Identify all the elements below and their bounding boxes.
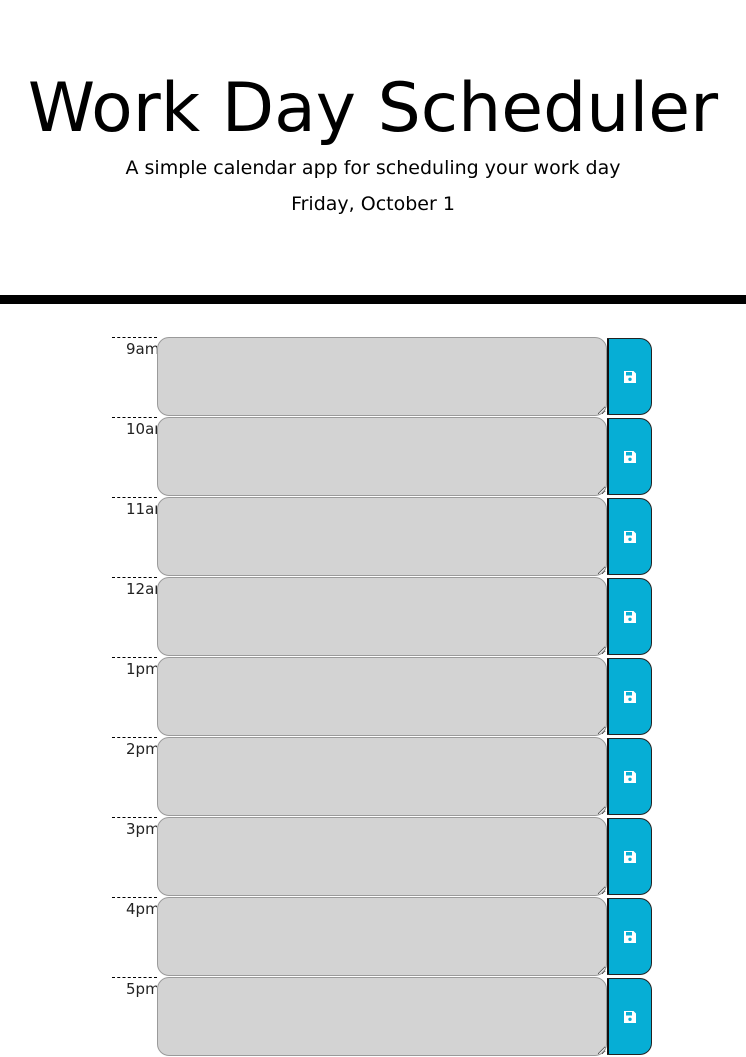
time-block-row: 1pm [0, 657, 746, 737]
description-input[interactable] [157, 497, 607, 576]
save-button[interactable] [607, 658, 652, 735]
save-button[interactable] [607, 418, 652, 495]
save-button[interactable] [607, 338, 652, 415]
save-button[interactable] [607, 738, 652, 815]
hour-label: 2pm [112, 737, 157, 817]
save-icon [624, 370, 636, 383]
description-input[interactable] [157, 657, 607, 736]
hour-text: 1pm [126, 660, 157, 678]
hour-text: 2pm [126, 740, 157, 758]
hour-text: 12am [126, 580, 157, 598]
description-input[interactable] [157, 817, 607, 896]
current-day: Friday, October 1 [291, 193, 455, 215]
description-input[interactable] [157, 897, 607, 976]
time-block-row: 5pm [0, 977, 746, 1057]
hour-text: 5pm [126, 980, 157, 998]
time-block-row: 12am [0, 577, 746, 657]
description-input[interactable] [157, 577, 607, 656]
hour-text: 10am [126, 420, 157, 438]
time-block-row: 2pm [0, 737, 746, 817]
time-block-row: 4pm [0, 897, 746, 977]
description-input[interactable] [157, 977, 607, 1056]
hour-text: 11am [126, 500, 157, 518]
hour-label: 3pm [112, 817, 157, 897]
hour-text: 3pm [126, 820, 157, 838]
save-button[interactable] [607, 818, 652, 895]
page-title: Work Day Scheduler [27, 69, 719, 148]
hour-label: 10am [112, 417, 157, 497]
description-input[interactable] [157, 737, 607, 816]
save-icon [624, 930, 636, 943]
save-icon [624, 610, 636, 623]
hour-label: 5pm [112, 977, 157, 1057]
time-block-row: 11am [0, 497, 746, 577]
save-icon [624, 850, 636, 863]
hour-label: 11am [112, 497, 157, 577]
save-icon [624, 530, 636, 543]
time-block-row: 9am [0, 337, 746, 417]
hour-label: 1pm [112, 657, 157, 737]
time-block-row: 10am [0, 417, 746, 497]
hour-label: 12am [112, 577, 157, 657]
save-button[interactable] [607, 978, 652, 1055]
description-input[interactable] [157, 337, 607, 416]
hour-text: 9am [126, 340, 157, 358]
hour-label: 4pm [112, 897, 157, 977]
save-button[interactable] [607, 578, 652, 655]
save-icon [624, 770, 636, 783]
time-block-row: 3pm [0, 817, 746, 897]
save-button[interactable] [607, 898, 652, 975]
save-icon [624, 450, 636, 463]
jumbotron-header: Work Day Scheduler A simple calendar app… [0, 0, 746, 295]
hour-text: 4pm [126, 900, 157, 918]
save-icon [624, 690, 636, 703]
header-divider [0, 295, 746, 304]
description-input[interactable] [157, 417, 607, 496]
save-button[interactable] [607, 498, 652, 575]
page-subtitle: A simple calendar app for scheduling you… [125, 157, 621, 179]
save-icon [624, 1010, 636, 1023]
hour-label: 9am [112, 337, 157, 417]
